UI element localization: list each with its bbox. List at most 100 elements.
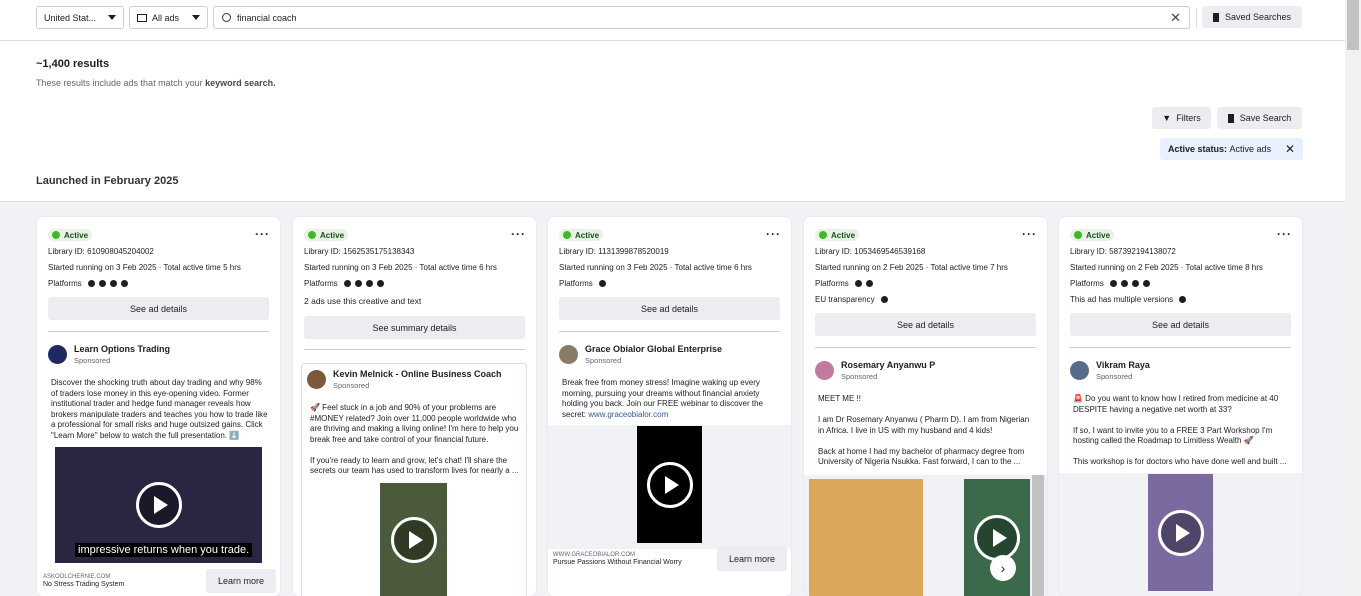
carousel-image[interactable] bbox=[809, 479, 923, 596]
filters-button[interactable]: ▼ Filters bbox=[1152, 107, 1211, 129]
results-note-bold: keyword search. bbox=[205, 78, 276, 88]
multiple-versions-label: This ad has multiple versions bbox=[1070, 295, 1174, 304]
play-icon[interactable] bbox=[974, 514, 1020, 561]
status-badge: Active bbox=[559, 229, 604, 241]
platforms-label: Platforms bbox=[1070, 279, 1104, 288]
learn-more-button[interactable]: Learn more bbox=[717, 547, 787, 571]
status-text: Active bbox=[320, 230, 345, 240]
more-options-icon[interactable]: ··· bbox=[511, 227, 526, 241]
see-ad-details-button[interactable]: See ad details bbox=[48, 297, 269, 320]
search-input[interactable]: financial coach ✕ bbox=[213, 6, 1190, 29]
ad-category-value: All ads bbox=[152, 12, 180, 23]
play-icon[interactable] bbox=[646, 461, 693, 508]
chevron-down-icon bbox=[108, 15, 116, 20]
more-options-icon[interactable]: ··· bbox=[1022, 227, 1037, 241]
play-icon[interactable] bbox=[135, 482, 182, 528]
ad-card: Active ··· Library ID: 587392194138072 S… bbox=[1059, 217, 1302, 596]
started-running: Started running on 3 Feb 2025 · Total ac… bbox=[559, 263, 752, 272]
library-id: Library ID: 1053469546539168 bbox=[815, 247, 926, 256]
ad-card: Active ··· Library ID: 610908045204002 S… bbox=[37, 217, 280, 596]
results-note: These results include ads that match you… bbox=[36, 78, 276, 88]
advertiser-row[interactable]: Grace Obialor Global Enterprise Sponsored bbox=[559, 344, 722, 365]
status-text: Active bbox=[575, 230, 600, 240]
scrollbar-thumb[interactable] bbox=[1347, 0, 1359, 50]
status-text: Active bbox=[831, 230, 856, 240]
ad-domain: WWW.GRACEOBIALOR.COM bbox=[553, 552, 636, 558]
ad-domain: ASKOOLCHERNIE.COM bbox=[43, 574, 111, 580]
see-ad-details-button[interactable]: See ad details bbox=[1070, 313, 1291, 336]
ad-text: Discover the shocking truth about day tr… bbox=[51, 378, 268, 440]
more-options-icon[interactable]: ··· bbox=[766, 227, 781, 241]
divider bbox=[1196, 8, 1197, 28]
saved-searches-button[interactable]: Saved Searches bbox=[1202, 6, 1302, 28]
more-options-icon[interactable]: ··· bbox=[1277, 227, 1292, 241]
status-badge: Active bbox=[815, 229, 860, 241]
close-icon[interactable]: ✕ bbox=[1285, 142, 1295, 156]
results-note-text: These results include ads that match you… bbox=[36, 78, 206, 88]
facebook-icon bbox=[599, 280, 607, 288]
save-search-label: Save Search bbox=[1239, 113, 1292, 123]
advertiser-row[interactable]: Learn Options Trading Sponsored bbox=[48, 344, 170, 365]
bookmark-icon bbox=[1227, 113, 1234, 123]
status-text: Active bbox=[1086, 230, 1111, 240]
results-count: ~1,400 results bbox=[36, 58, 110, 70]
info-icon[interactable] bbox=[880, 296, 888, 304]
eu-transparency-row: EU transparency bbox=[815, 295, 888, 304]
ad-headline: No Stress Trading System bbox=[43, 581, 125, 588]
info-icon[interactable] bbox=[1179, 296, 1187, 304]
platforms-row: Platforms bbox=[48, 279, 129, 288]
advertiser-name[interactable]: Learn Options Trading bbox=[74, 344, 170, 354]
advertiser-name[interactable]: Kevin Melnick - Online Business Coach bbox=[333, 369, 502, 379]
ad-link[interactable]: www.graceobialor.com bbox=[588, 410, 668, 419]
video-thumbnail[interactable]: impressive returns when you trade. bbox=[55, 447, 262, 563]
carousel-scrollbar[interactable] bbox=[1032, 475, 1044, 596]
section-title: Launched in February 2025 bbox=[36, 175, 179, 187]
chevron-right-icon[interactable]: › bbox=[990, 555, 1016, 581]
more-options-icon[interactable]: ··· bbox=[255, 227, 270, 241]
advertiser-name[interactable]: Grace Obialor Global Enterprise bbox=[585, 344, 722, 354]
video-thumbnail[interactable] bbox=[637, 426, 702, 543]
messenger-icon bbox=[1143, 280, 1151, 288]
chevron-down-icon bbox=[192, 15, 200, 20]
see-summary-details-button[interactable]: See summary details bbox=[304, 316, 525, 339]
top-toolbar: United Stat... All ads financial coach ✕… bbox=[0, 0, 1345, 41]
advertiser-name[interactable]: Vikram Raya bbox=[1096, 360, 1150, 370]
page-scrollbar[interactable] bbox=[1345, 0, 1361, 596]
messenger-icon bbox=[377, 280, 385, 288]
started-running: Started running on 2 Feb 2025 · Total ac… bbox=[1070, 263, 1263, 272]
see-ad-details-button[interactable]: See ad details bbox=[559, 297, 780, 320]
check-icon bbox=[1074, 231, 1082, 239]
advertiser-name[interactable]: Rosemary Anyanwu P bbox=[841, 360, 935, 370]
play-icon[interactable] bbox=[1157, 509, 1204, 556]
learn-more-button[interactable]: Learn more bbox=[206, 569, 276, 593]
divider bbox=[559, 331, 780, 332]
search-value: financial coach bbox=[237, 12, 297, 23]
check-icon bbox=[52, 231, 60, 239]
ad-category-dropdown[interactable]: All ads bbox=[129, 6, 208, 29]
monitor-icon bbox=[137, 13, 147, 22]
active-status-chip: Active status: Active ads ✕ bbox=[1160, 138, 1303, 160]
see-ad-details-button[interactable]: See ad details bbox=[815, 313, 1036, 336]
clear-icon[interactable]: ✕ bbox=[1170, 10, 1181, 26]
sponsored-label: Sponsored bbox=[841, 372, 878, 381]
play-icon[interactable] bbox=[390, 516, 437, 563]
library-id: Library ID: 587392194138072 bbox=[1070, 247, 1176, 256]
video-thumbnail[interactable] bbox=[1148, 474, 1213, 591]
check-icon bbox=[563, 231, 571, 239]
facebook-icon bbox=[88, 280, 96, 288]
chip-label: Active status: bbox=[1168, 144, 1228, 154]
video-thumbnail[interactable] bbox=[380, 483, 447, 596]
advertiser-row[interactable]: Vikram Raya Sponsored bbox=[1070, 360, 1150, 381]
instagram-icon bbox=[355, 280, 363, 288]
advertiser-row[interactable]: Kevin Melnick - Online Business Coach Spo… bbox=[307, 369, 502, 390]
avatar bbox=[1070, 361, 1089, 380]
avatar bbox=[559, 345, 578, 364]
library-id: Library ID: 1131399878520019 bbox=[559, 247, 669, 256]
country-dropdown[interactable]: United Stat... bbox=[36, 6, 124, 29]
advertiser-row[interactable]: Rosemary Anyanwu P Sponsored bbox=[815, 360, 935, 381]
sponsored-label: Sponsored bbox=[333, 381, 370, 390]
save-search-button[interactable]: Save Search bbox=[1217, 107, 1302, 129]
ad-card: Active ··· Library ID: 1562535175138343 … bbox=[293, 217, 536, 596]
divider bbox=[304, 349, 525, 350]
sponsored-label: Sponsored bbox=[1096, 372, 1133, 381]
